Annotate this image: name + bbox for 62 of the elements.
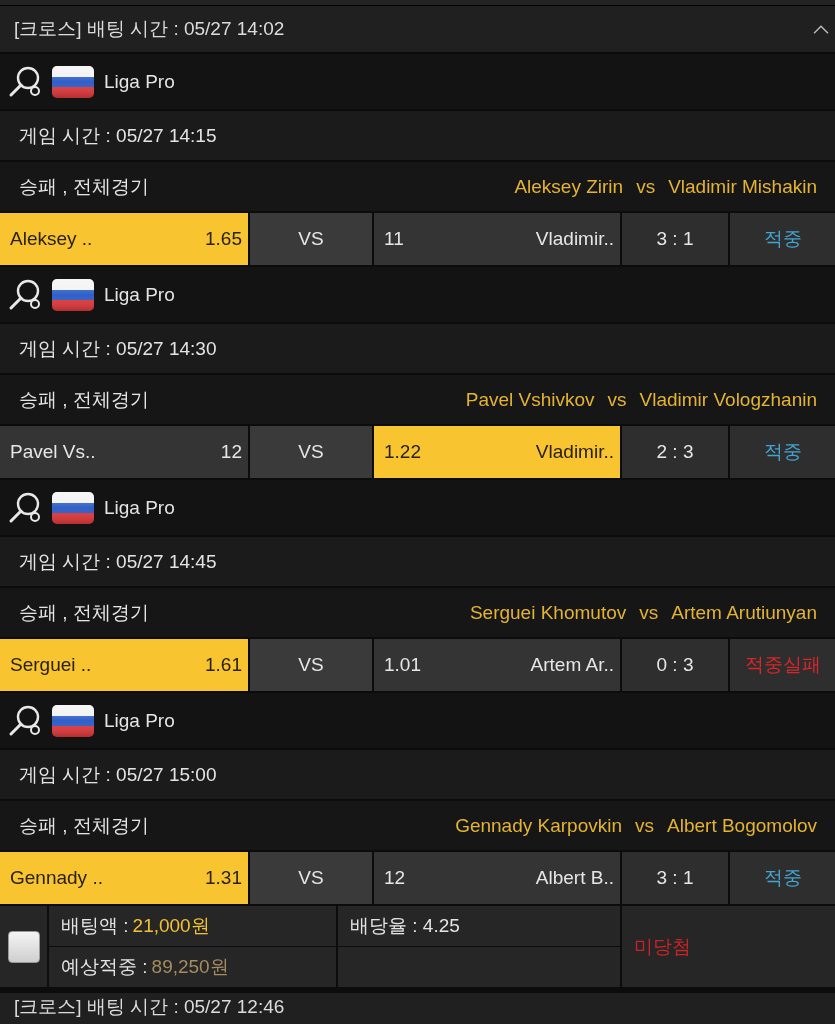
game-time: 게임 시간 : 05/27 14:45 <box>19 549 217 574</box>
checkbox[interactable] <box>7 930 40 963</box>
vs-cell: VS <box>250 852 372 904</box>
versus-label: vs <box>636 175 656 198</box>
expected-win-label: 예상적중 : <box>61 955 148 979</box>
league-name: Liga Pro <box>104 70 175 93</box>
league-name: Liga Pro <box>104 283 175 306</box>
vs-cell: VS <box>250 426 372 478</box>
status-cell: 미당첨 <box>622 906 835 987</box>
away-player-name: Artem Arutiunyan <box>671 601 817 624</box>
score-cell: 0 : 3 <box>622 639 728 691</box>
bet-amount-value: 21,000원 <box>132 914 210 938</box>
game-time: 게임 시간 : 05/27 15:00 <box>19 762 217 787</box>
away-pick-button[interactable]: 12 Albert B.. <box>374 852 620 904</box>
bet-slip-title: [크로스] 배팅 시간 : 05/27 14:02 <box>14 18 285 40</box>
result-cell: 적중실패 <box>730 639 835 691</box>
tricolor-flag-icon <box>52 278 94 311</box>
home-pick-button[interactable]: Pavel Vs.. 12 <box>0 426 248 478</box>
tricolor-flag-icon <box>52 704 94 737</box>
result-cell: 적중 <box>730 426 835 478</box>
home-pick-button[interactable]: Aleksey .. 1.65 <box>0 213 248 265</box>
away-player-name: Vladimir Vologzhanin <box>639 388 817 411</box>
tricolor-flag-icon <box>52 65 94 98</box>
result-cell: 적중 <box>730 213 835 265</box>
table-tennis-paddle-icon <box>8 278 42 311</box>
versus-label: vs <box>635 814 655 837</box>
market-label: 승패 , 전체경기 <box>19 174 149 199</box>
score-cell: 3 : 1 <box>622 852 728 904</box>
bet-slip-title: [크로스] 배팅 시간 : 05/27 12:46 <box>14 996 285 1018</box>
home-pick-button[interactable]: Gennady .. 1.31 <box>0 852 248 904</box>
odds-cell: 배당율 : 4.25 <box>338 906 620 946</box>
score-cell: 3 : 1 <box>622 213 728 265</box>
league-name: Liga Pro <box>104 496 175 519</box>
tricolor-flag-icon <box>52 491 94 524</box>
away-pick-button[interactable]: 11 Vladimir.. <box>374 213 620 265</box>
home-player-name: Aleksey Zirin <box>514 175 624 198</box>
expected-win-value: 89,250원 <box>151 955 229 979</box>
home-player-name: Gennady Karpovkin <box>455 814 623 837</box>
away-pick-button[interactable]: 1.22 Vladimir.. <box>374 426 620 478</box>
game-time: 게임 시간 : 05/27 14:30 <box>19 336 217 361</box>
away-player-name: Albert Bogomolov <box>667 814 817 837</box>
vs-cell: VS <box>250 213 372 265</box>
result-cell: 적중 <box>730 852 835 904</box>
game-time: 게임 시간 : 05/27 14:15 <box>19 123 217 148</box>
away-player-name: Vladimir Mishakin <box>668 175 817 198</box>
chevron-up-icon[interactable] <box>813 24 829 34</box>
score-cell: 2 : 3 <box>622 426 728 478</box>
market-label: 승패 , 전체경기 <box>19 387 149 412</box>
market-label: 승패 , 전체경기 <box>19 600 149 625</box>
bet-amount-label: 배팅액 : <box>61 914 129 938</box>
home-player-name: Serguei Khomutov <box>469 601 627 624</box>
league-name: Liga Pro <box>104 709 175 732</box>
away-pick-button[interactable]: 1.01 Artem Ar.. <box>374 639 620 691</box>
versus-label: vs <box>639 601 659 624</box>
home-player-name: Pavel Vshivkov <box>465 388 595 411</box>
versus-label: vs <box>607 388 627 411</box>
table-tennis-paddle-icon <box>8 491 42 524</box>
table-tennis-paddle-icon <box>8 704 42 737</box>
vs-cell: VS <box>250 639 372 691</box>
home-pick-button[interactable]: Serguei .. 1.61 <box>0 639 248 691</box>
market-label: 승패 , 전체경기 <box>19 813 149 838</box>
table-tennis-paddle-icon <box>8 65 42 98</box>
